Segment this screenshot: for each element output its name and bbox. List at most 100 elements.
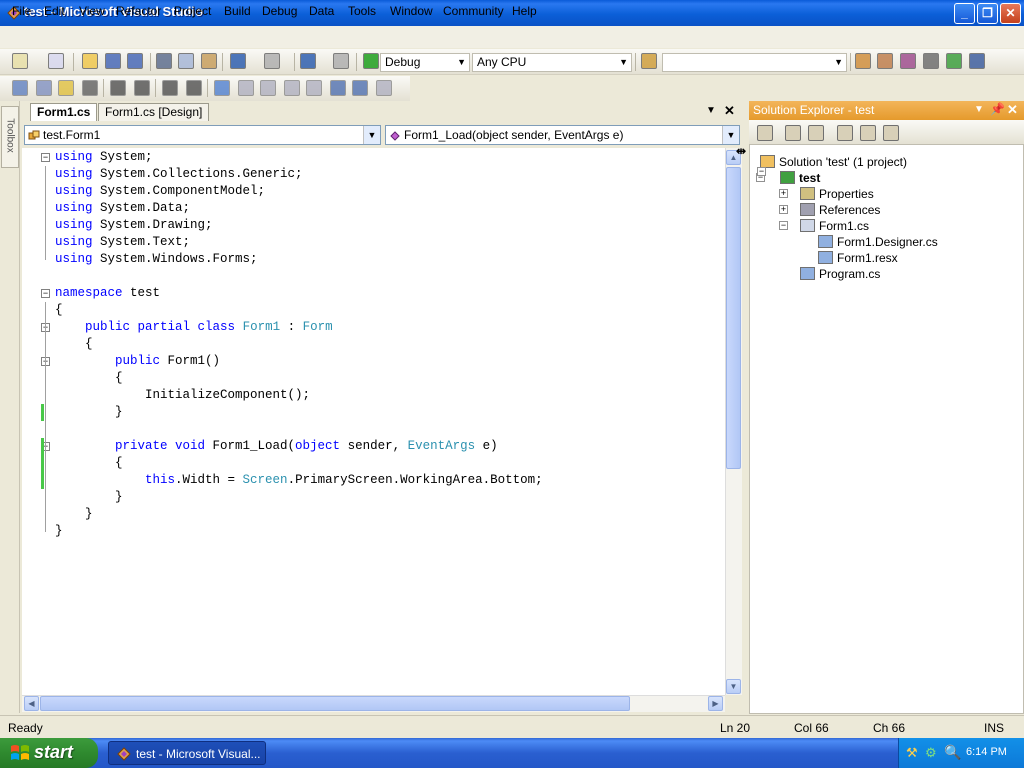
tray-search-icon[interactable]: 🔍: [944, 744, 961, 761]
se-dropdown-icon[interactable]: ▼: [974, 104, 984, 115]
member-combo-arrow[interactable]: ▼: [722, 126, 739, 144]
menu-debug[interactable]: Debug: [262, 4, 297, 18]
pin-icon[interactable]: 📌: [990, 102, 1005, 116]
decrease-indent-icon[interactable]: [110, 80, 126, 96]
class-combo[interactable]: test.Form1 ▼: [24, 125, 381, 145]
scroll-left-button[interactable]: ◀: [24, 696, 39, 711]
tree-expander[interactable]: −: [757, 167, 766, 176]
minimize-button[interactable]: _: [954, 3, 975, 24]
horizontal-scroll-thumb[interactable]: [40, 696, 630, 711]
parameter-info-icon[interactable]: [36, 80, 52, 96]
next-bookmark-folder-icon[interactable]: [306, 80, 322, 96]
previous-bookmark-doc-icon[interactable]: [330, 80, 346, 96]
next-bookmark-doc-icon[interactable]: [352, 80, 368, 96]
display-object-members-icon[interactable]: [12, 80, 28, 96]
vertical-scroll-thumb[interactable]: [726, 167, 741, 469]
tab-dropdown-icon[interactable]: ▼: [706, 105, 716, 116]
member-combo[interactable]: Form1_Load(object sender, EventArgs e) ▼: [385, 125, 740, 145]
solution-explorer-icon[interactable]: [855, 53, 871, 69]
menu-project[interactable]: Project: [174, 4, 211, 18]
menu-edit[interactable]: Edit: [44, 4, 65, 18]
tray-network-icon[interactable]: ⚙: [925, 745, 937, 761]
splitter-icon[interactable]: ⇹: [736, 144, 746, 158]
solution-tree-item[interactable]: test: [799, 170, 820, 186]
close-document-icon[interactable]: ✕: [724, 103, 735, 119]
menu-view[interactable]: View: [79, 4, 105, 18]
tab-form1-cs[interactable]: Form1.cs: [30, 103, 98, 121]
save-all-icon[interactable]: [127, 53, 143, 69]
solution-tree-item[interactable]: Program.cs: [819, 266, 880, 282]
comment-out-icon[interactable]: [162, 80, 178, 96]
solution-tree-item[interactable]: References: [819, 202, 880, 218]
solution-tree-item[interactable]: Form1.resx: [837, 250, 898, 266]
status-line: Ln 20: [720, 721, 751, 735]
resx-file-icon: [818, 251, 833, 264]
fold-using-toggle[interactable]: −: [41, 153, 50, 162]
toggle-bookmark-icon[interactable]: [214, 80, 230, 96]
find-combo[interactable]: ▼: [662, 53, 847, 72]
references-folder-icon: [800, 203, 815, 216]
copy-icon[interactable]: [178, 53, 194, 69]
cut-icon[interactable]: [156, 53, 172, 69]
menu-refactor[interactable]: Refactor: [116, 4, 161, 18]
menu-tools[interactable]: Tools: [348, 4, 376, 18]
menu-window[interactable]: Window: [390, 4, 433, 18]
start-page-icon[interactable]: [946, 53, 962, 69]
view-code-icon[interactable]: [808, 125, 824, 141]
menu-file[interactable]: File: [12, 4, 31, 18]
clear-bookmarks-icon[interactable]: [376, 80, 392, 96]
solution-tree-item[interactable]: Solution 'test' (1 project): [779, 154, 907, 170]
menu-data[interactable]: Data: [309, 4, 334, 18]
new-project-icon[interactable]: [12, 53, 28, 69]
menu-community[interactable]: Community: [443, 4, 504, 18]
solution-tree-item[interactable]: Properties: [819, 186, 874, 202]
undo-icon[interactable]: [230, 53, 246, 69]
tray-tools-icon[interactable]: ⚒: [906, 745, 918, 761]
tree-expander[interactable]: +: [779, 205, 788, 214]
maximize-button[interactable]: ❐: [977, 3, 998, 24]
class-combo-arrow[interactable]: ▼: [363, 126, 380, 144]
next-bookmark-icon[interactable]: [260, 80, 276, 96]
save-icon[interactable]: [105, 53, 121, 69]
navigate-back-icon[interactable]: [300, 53, 316, 69]
class-view-icon[interactable]: [883, 125, 899, 141]
paste-icon[interactable]: [201, 53, 217, 69]
se-close-icon[interactable]: ✕: [1007, 102, 1018, 118]
scroll-down-button[interactable]: ▼: [726, 679, 741, 694]
increase-indent-icon[interactable]: [134, 80, 150, 96]
tree-expander[interactable]: +: [779, 189, 788, 198]
solution-tree-item[interactable]: Form1.cs: [819, 218, 869, 234]
fold-namespace-toggle[interactable]: −: [41, 289, 50, 298]
quick-info-icon[interactable]: [58, 80, 74, 96]
add-item-icon[interactable]: [48, 53, 64, 69]
solution-tree-item[interactable]: Form1.Designer.cs: [837, 234, 938, 250]
code-text: Form1_Load(: [205, 439, 296, 453]
view-designer-icon[interactable]: [837, 125, 853, 141]
redo-icon[interactable]: [264, 53, 280, 69]
show-all-files-icon[interactable]: [757, 125, 773, 141]
uncomment-icon[interactable]: [186, 80, 202, 96]
other-windows-icon[interactable]: [969, 53, 985, 69]
close-button[interactable]: ✕: [1000, 3, 1021, 24]
tree-expander[interactable]: −: [779, 221, 788, 230]
view-class-diagram-icon[interactable]: [860, 125, 876, 141]
tab-form1-design[interactable]: Form1.cs [Design]: [98, 103, 210, 121]
complete-word-icon[interactable]: [82, 80, 98, 96]
object-browser-icon[interactable]: [900, 53, 916, 69]
menu-help[interactable]: Help: [512, 4, 537, 18]
keyword-token: using: [55, 235, 93, 249]
start-debugging-icon[interactable]: [363, 53, 379, 69]
solution-config-combo[interactable]: Debug ▼: [380, 53, 470, 72]
previous-bookmark-folder-icon[interactable]: [284, 80, 300, 96]
open-file-icon[interactable]: [82, 53, 98, 69]
previous-bookmark-icon[interactable]: [238, 80, 254, 96]
navigate-forward-icon[interactable]: [333, 53, 349, 69]
solution-platform-combo[interactable]: Any CPU ▼: [472, 53, 632, 72]
properties-window-icon[interactable]: [877, 53, 893, 69]
scroll-right-button[interactable]: ▶: [708, 696, 723, 711]
find-in-files-icon[interactable]: [641, 53, 657, 69]
solution-tree[interactable]: [749, 144, 1024, 714]
toolbox-icon[interactable]: [923, 53, 939, 69]
menu-build[interactable]: Build: [224, 4, 251, 18]
refresh-icon[interactable]: [785, 125, 801, 141]
